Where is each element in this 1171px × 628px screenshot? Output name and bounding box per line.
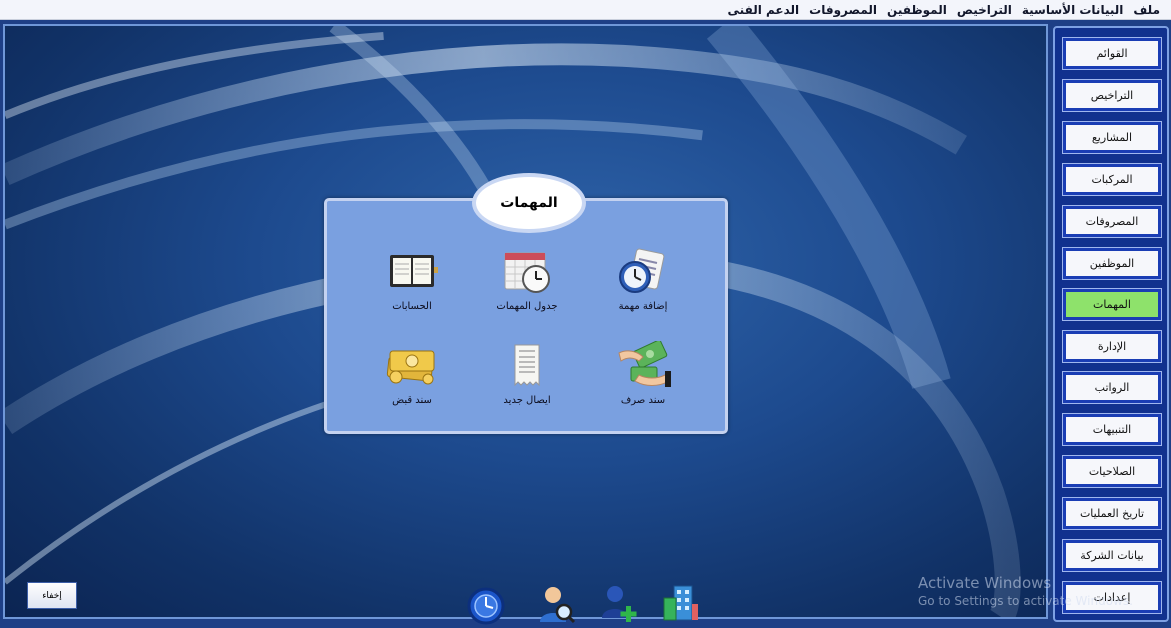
clock-icon[interactable] (466, 586, 506, 626)
schedule-clock-icon (504, 252, 550, 293)
sidebar-item-alerts[interactable]: التنبيهات (1062, 413, 1162, 446)
task-schedule-tile[interactable]: جدول المهمات (472, 247, 582, 333)
add-user-icon[interactable] (600, 584, 640, 624)
tile-label: إضافة مهمة (618, 301, 668, 312)
new-receipt-tile[interactable]: ايصال جديد (472, 341, 582, 427)
sidebar-item-projects[interactable]: المشاريع (1062, 121, 1162, 154)
receipt-voucher-tile[interactable]: سند قبض (357, 341, 467, 427)
payment-voucher-tile[interactable]: سند صرف (588, 341, 698, 427)
hide-button[interactable]: إخفاء (27, 582, 77, 609)
user-search-icon[interactable] (536, 584, 576, 624)
sidebar-item-licenses[interactable]: التراخيص (1062, 79, 1162, 112)
sidebar-item-lists[interactable]: القوائم (1062, 37, 1162, 70)
menu-expenses[interactable]: المصروفات (804, 3, 882, 17)
sidebar-item-expenses[interactable]: المصروفات (1062, 205, 1162, 238)
sidebar-item-administration[interactable]: الإدارة (1062, 330, 1162, 363)
calendar-clock-icon (619, 248, 665, 293)
tile-label: سند صرف (620, 395, 666, 406)
sidebar-item-tasks[interactable]: المهمات (1062, 288, 1162, 321)
ledger-book-icon (390, 255, 438, 287)
tile-label: ايصال جديد (503, 395, 551, 406)
sidebar-item-operations-history[interactable]: تاريخ العمليات (1062, 497, 1162, 530)
menu-employees[interactable]: الموظفين (882, 3, 952, 17)
sidebar-item-employees[interactable]: الموظفين (1062, 247, 1162, 280)
building-icon[interactable] (660, 582, 700, 622)
accounts-tile[interactable]: الحسابات (357, 247, 467, 333)
tile-label: سند قبض (392, 395, 432, 406)
menu-file[interactable]: ملف (1128, 3, 1165, 17)
tile-label: جدول المهمات (496, 301, 558, 312)
receipt-icon (514, 344, 540, 387)
gold-cash-icon (386, 350, 435, 385)
menu-licenses[interactable]: التراخيص (952, 3, 1017, 17)
sidebar-item-salaries[interactable]: الرواتب (1062, 371, 1162, 404)
add-task-tile[interactable]: إضافة مهمة (588, 247, 698, 333)
sidebar-nav: القوائم التراخيص المشاريع المركبات المصر… (1053, 26, 1169, 622)
tile-label: الحسابات (392, 301, 432, 312)
money-hands-icon (618, 341, 671, 387)
menu-tech-support[interactable]: الدعم الفنى (723, 3, 805, 17)
menu-basic-data[interactable]: البيانات الأساسية (1017, 3, 1129, 17)
sidebar-item-vehicles[interactable]: المركبات (1062, 163, 1162, 196)
sidebar-item-permissions[interactable]: الصلاحيات (1062, 455, 1162, 488)
sidebar-item-company-data[interactable]: بيانات الشركة (1062, 539, 1162, 572)
panel-title: المهمات (472, 173, 586, 233)
sidebar-item-settings[interactable]: إعدادات (1062, 581, 1162, 614)
tasks-panel: المهمات إضافة مهمة جدول المهمات الحسابات… (324, 173, 728, 434)
menu-bar: ملف البيانات الأساسية التراخيص الموظفين … (0, 0, 1171, 20)
